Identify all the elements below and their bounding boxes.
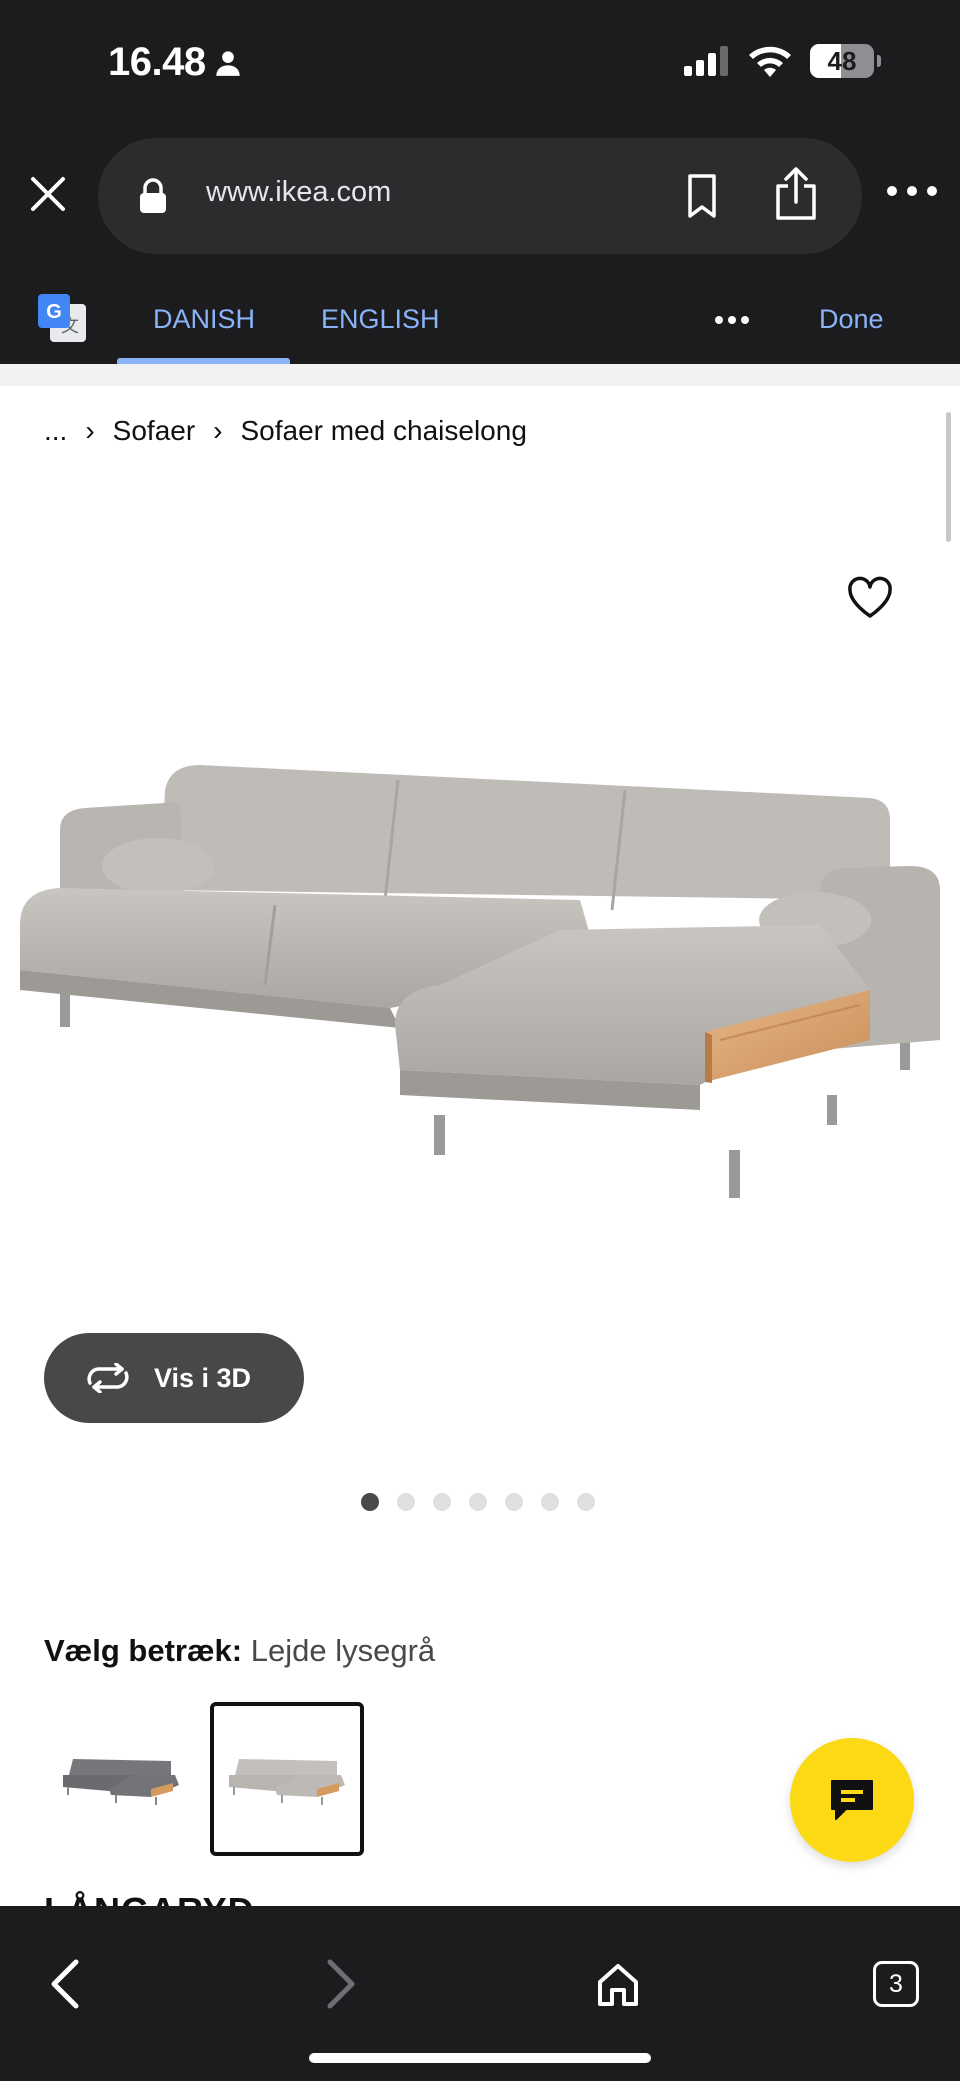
tab-english[interactable]: ENGLISH — [321, 304, 440, 335]
view-3d-label: Vis i 3D — [154, 1362, 252, 1393]
image-pagination — [361, 1493, 595, 1511]
wifi-icon — [749, 46, 791, 77]
status-right: 48 — [684, 44, 881, 78]
page-scrollbar[interactable] — [946, 412, 951, 542]
breadcrumb: ... › Sofaer › Sofaer med chaiselong — [44, 415, 527, 447]
pagination-dot[interactable] — [577, 1493, 595, 1511]
sofa-thumbnail — [229, 1759, 345, 1805]
battery-indicator: 48 — [810, 44, 881, 78]
google-translate-icon[interactable]: 文 G — [36, 292, 88, 344]
tabs-icon: 3 — [873, 1961, 919, 2007]
chevron-right-icon: › — [213, 415, 223, 446]
product-image[interactable] — [0, 740, 960, 1220]
chat-icon — [831, 1780, 873, 1820]
more-icon[interactable] — [884, 176, 940, 206]
url-text: www.ikea.com — [206, 176, 392, 208]
forward-icon — [327, 1959, 355, 2009]
translate-more-icon[interactable] — [714, 314, 750, 326]
heart-icon[interactable] — [846, 576, 894, 620]
back-button[interactable] — [34, 1954, 94, 2014]
status-bar: 16.48 48 — [0, 0, 960, 130]
cover-selection: Vælg betræk: Lejde lysegrå — [44, 1633, 435, 1669]
cover-label: Vælg betræk: — [44, 1633, 243, 1668]
pagination-dot[interactable] — [361, 1493, 379, 1511]
status-time-group: 16.48 — [108, 40, 242, 85]
tab-count: 3 — [889, 1969, 903, 1998]
translate-bar: 文 G DANISH ENGLISH Done — [0, 260, 960, 364]
header-divider — [0, 364, 960, 386]
breadcrumb-item-chaiselong[interactable]: Sofaer med chaiselong — [241, 415, 527, 447]
pagination-dot[interactable] — [397, 1493, 415, 1511]
browser-toolbar: www.ikea.com — [0, 130, 960, 260]
address-bar[interactable]: www.ikea.com — [98, 138, 862, 254]
tab-danish[interactable]: DANISH — [153, 304, 255, 335]
cover-option-dark-grey[interactable] — [44, 1702, 198, 1856]
home-button[interactable] — [588, 1954, 648, 2014]
chevron-right-icon: › — [85, 415, 95, 446]
battery-level: 48 — [827, 45, 857, 76]
done-button[interactable]: Done — [819, 304, 884, 335]
breadcrumb-item-sofaer[interactable]: Sofaer — [113, 415, 196, 447]
person-icon — [215, 50, 240, 76]
bookmark-icon[interactable] — [680, 172, 724, 220]
close-icon — [31, 177, 65, 211]
back-icon — [51, 1959, 79, 2009]
home-indicator[interactable] — [309, 2053, 651, 2063]
chat-button[interactable] — [790, 1738, 914, 1862]
pagination-dot[interactable] — [541, 1493, 559, 1511]
status-time: 16.48 — [108, 40, 206, 84]
close-button[interactable] — [22, 168, 74, 220]
sofa-thumbnail — [63, 1759, 179, 1805]
breadcrumb-ellipsis[interactable]: ... — [44, 415, 67, 447]
cover-option-light-grey[interactable] — [210, 1702, 364, 1856]
view-3d-button[interactable]: Vis i 3D — [44, 1333, 304, 1423]
svg-text:G: G — [46, 301, 62, 323]
tabs-button[interactable]: 3 — [866, 1954, 926, 2014]
home-icon — [598, 1964, 638, 2006]
lock-icon — [140, 178, 166, 213]
screen: 16.48 48 www.ikea.com 文 G DANISH ENGLISH… — [0, 0, 960, 2081]
rotate-icon — [87, 1363, 129, 1393]
pagination-dot[interactable] — [433, 1493, 451, 1511]
forward-button[interactable] — [312, 1954, 372, 2014]
cover-value: Lejde lysegrå — [250, 1633, 436, 1668]
browser-bottom-bar: 3 — [0, 1906, 960, 2081]
pagination-dot[interactable] — [505, 1493, 523, 1511]
signal-icon — [684, 46, 728, 76]
pagination-dot[interactable] — [469, 1493, 487, 1511]
share-icon[interactable] — [770, 166, 822, 222]
